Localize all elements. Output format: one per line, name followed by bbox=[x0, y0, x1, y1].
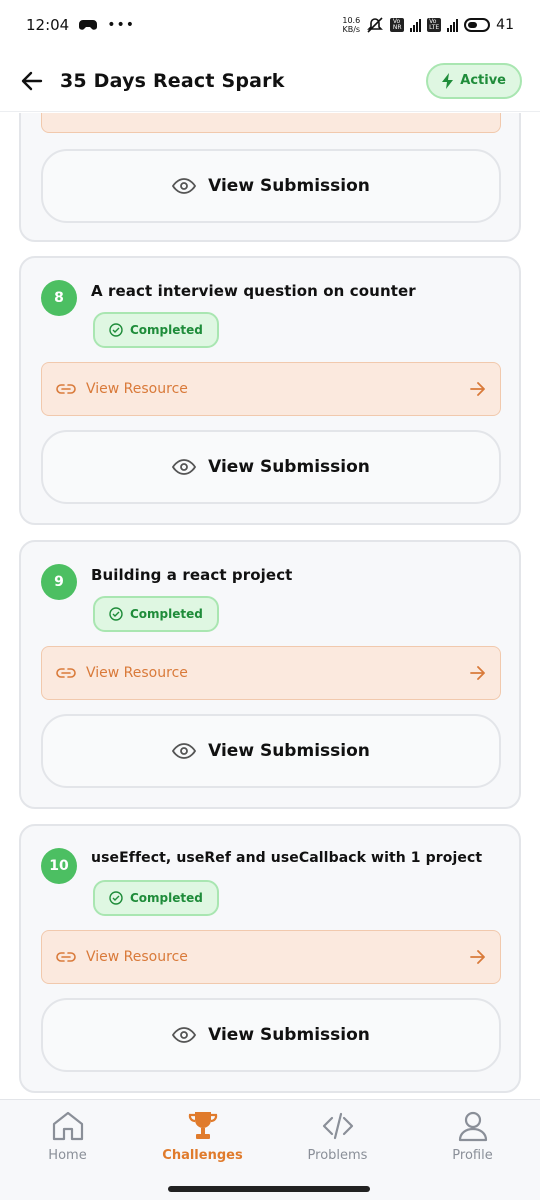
app-header: 35 Days React Spark Active bbox=[0, 50, 540, 112]
gamepad-icon bbox=[79, 20, 98, 30]
task-card: 10 useEffect, useRef and useCallback wit… bbox=[19, 824, 521, 1093]
home-indicator-bar[interactable] bbox=[168, 1186, 370, 1192]
view-submission-button[interactable]: View Submission bbox=[41, 430, 501, 504]
view-submission-label: View Submission bbox=[208, 1025, 370, 1045]
battery-percent: 41 bbox=[496, 17, 514, 33]
view-submission-button[interactable]: View Submission bbox=[41, 714, 501, 788]
network-speed: 10.6 KB/s bbox=[342, 16, 360, 34]
task-title: A react interview question on counter bbox=[91, 282, 416, 300]
view-resource-row[interactable]: View Resource bbox=[41, 930, 501, 984]
nav-profile[interactable]: Profile bbox=[405, 1100, 540, 1200]
task-number: 8 bbox=[41, 280, 77, 316]
network-speed-value: 10.6 bbox=[342, 16, 361, 25]
completed-label: Completed bbox=[130, 891, 203, 905]
status-time: 12:04 bbox=[26, 16, 70, 34]
arrow-left-icon bbox=[21, 71, 43, 90]
view-submission-label: View Submission bbox=[208, 176, 370, 196]
link-icon bbox=[56, 952, 76, 962]
view-submission-label: View Submission bbox=[208, 457, 370, 477]
nav-challenges[interactable]: Challenges bbox=[135, 1100, 270, 1200]
back-button[interactable] bbox=[18, 67, 46, 95]
eye-icon bbox=[172, 178, 197, 194]
active-status-badge: Active bbox=[426, 62, 522, 99]
completed-badge: Completed bbox=[93, 596, 219, 632]
page-title: 35 Days React Spark bbox=[60, 69, 285, 92]
view-submission-button[interactable]: View Submission bbox=[41, 149, 501, 223]
more-notifications-icon: ••• bbox=[107, 17, 136, 33]
arrow-right-icon bbox=[470, 666, 485, 680]
completed-label: Completed bbox=[130, 607, 203, 621]
nav-home-label: Home bbox=[48, 1148, 87, 1163]
task-title: useEffect, useRef and useCallback with 1… bbox=[91, 850, 483, 866]
view-resource-row[interactable] bbox=[41, 113, 501, 133]
check-circle-icon bbox=[109, 607, 123, 621]
nav-home[interactable]: Home bbox=[0, 1100, 135, 1200]
check-circle-icon bbox=[109, 323, 123, 337]
view-resource-label: View Resource bbox=[86, 381, 188, 397]
battery-icon bbox=[464, 18, 491, 32]
link-icon bbox=[56, 668, 76, 678]
check-circle-icon bbox=[109, 891, 123, 905]
active-badge-label: Active bbox=[460, 73, 506, 88]
volte-lte-icon: Vo LTE bbox=[427, 18, 442, 32]
link-icon bbox=[56, 384, 76, 394]
code-icon bbox=[322, 1112, 353, 1140]
nav-challenges-label: Challenges bbox=[162, 1148, 243, 1163]
eye-icon bbox=[172, 743, 197, 759]
nav-problems[interactable]: Problems bbox=[270, 1100, 405, 1200]
completed-badge: Completed bbox=[93, 880, 219, 916]
user-icon bbox=[458, 1111, 487, 1142]
completed-label: Completed bbox=[130, 323, 203, 337]
eye-icon bbox=[172, 459, 197, 475]
signal-5g-icon bbox=[410, 18, 422, 32]
signal-lte-icon bbox=[447, 18, 459, 32]
completed-badge: Completed bbox=[93, 312, 219, 348]
task-title: Building a react project bbox=[91, 566, 293, 584]
trophy-icon bbox=[188, 1112, 217, 1139]
network-speed-unit: KB/s bbox=[342, 25, 361, 34]
view-submission-button[interactable]: View Submission bbox=[41, 998, 501, 1072]
status-bar: 12:04 ••• 10.6 KB/s Vo NR Vo LTE 41 bbox=[0, 0, 540, 50]
task-number: 9 bbox=[41, 564, 77, 600]
bottom-navigation: Home Challenges Problems Profile bbox=[0, 1099, 540, 1200]
view-submission-label: View Submission bbox=[208, 741, 370, 761]
task-card: 9 Building a react project Completed Vie… bbox=[19, 540, 521, 809]
nav-profile-label: Profile bbox=[452, 1148, 493, 1163]
view-resource-row[interactable]: View Resource bbox=[41, 362, 501, 416]
task-card: 8 A react interview question on counter … bbox=[19, 256, 521, 525]
task-card: View Submission bbox=[19, 113, 521, 242]
view-resource-row[interactable]: View Resource bbox=[41, 646, 501, 700]
view-resource-label: View Resource bbox=[86, 949, 188, 965]
challenge-task-list[interactable]: View Submission 8 A react interview ques… bbox=[0, 113, 540, 1099]
mute-icon bbox=[367, 17, 384, 33]
task-number: 10 bbox=[41, 848, 77, 884]
volte-icon: Vo NR bbox=[390, 18, 405, 32]
lightning-icon bbox=[442, 72, 454, 89]
home-icon bbox=[52, 1111, 83, 1141]
arrow-right-icon bbox=[470, 382, 485, 396]
nav-problems-label: Problems bbox=[307, 1148, 368, 1163]
arrow-right-icon bbox=[470, 950, 485, 964]
view-resource-label: View Resource bbox=[86, 665, 188, 681]
eye-icon bbox=[172, 1027, 197, 1043]
